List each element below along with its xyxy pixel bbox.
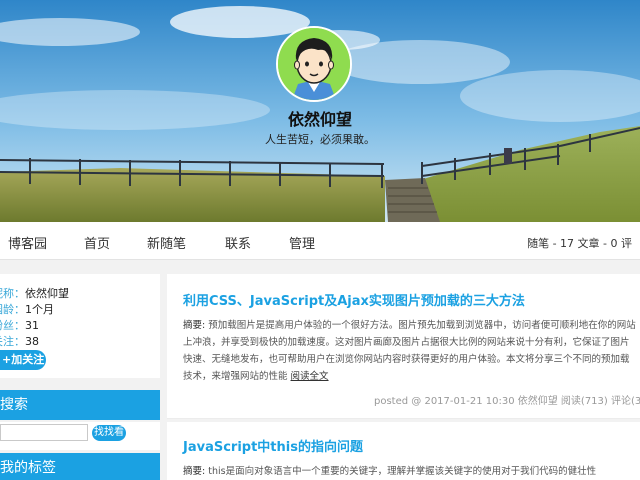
- nav-item-admin[interactable]: 管理: [289, 233, 315, 252]
- post-divider: [167, 418, 640, 419]
- post-card: 利用CSS、JavaScript及Ajax实现图片预加载的三大方法 摘要: 预加…: [167, 274, 640, 418]
- profile-follows[interactable]: 38: [25, 335, 39, 348]
- profile-fans[interactable]: 31: [25, 319, 39, 332]
- profile-nickname-key: 昵称：: [0, 287, 25, 300]
- blog-title[interactable]: 依然仰望: [0, 106, 640, 130]
- profile-age[interactable]: 1个月: [25, 303, 54, 316]
- nav-item-contact[interactable]: 联系: [225, 233, 251, 252]
- top-navigation: 博客园 首页 新随笔 联系 管理 随笔 - 17 文章 - 0 评: [0, 222, 640, 260]
- profile-nickname[interactable]: 依然仰望: [25, 287, 69, 300]
- header-banner: 依然仰望 人生苦短，必须果敢。: [0, 0, 640, 222]
- cartoon-avatar-icon: [278, 28, 350, 100]
- search-input[interactable]: [0, 424, 88, 441]
- avatar[interactable]: [276, 26, 352, 102]
- search-button[interactable]: 找找看: [92, 425, 126, 441]
- post-abstract: 摘要: this是面向对象语言中一个重要的关键字，理解并掌握该关键字的使用对于我…: [183, 463, 638, 480]
- nav-item-new-post[interactable]: 新随笔: [147, 233, 186, 252]
- profile-age-key: 园龄：: [0, 303, 25, 316]
- profile-follows-key: 关注：: [0, 335, 25, 348]
- tags-widget-title: 我的标签: [0, 453, 160, 480]
- profile-age-row: 园龄：1个月: [0, 301, 54, 317]
- abstract-text: 预加载图片是提高用户体验的一个很好方法。图片预先加载到浏览器中，访问者便可顺利地…: [183, 320, 636, 382]
- post-meta: posted @ 2017-01-21 10:30 依然仰望 阅读(713) 评…: [374, 396, 640, 407]
- post-title[interactable]: 利用CSS、JavaScript及Ajax实现图片预加载的三大方法: [183, 290, 525, 309]
- nav-item-home[interactable]: 首页: [84, 233, 110, 252]
- read-more-link[interactable]: 阅读全文: [291, 371, 329, 382]
- blog-stats: 随笔 - 17 文章 - 0 评: [527, 237, 632, 250]
- follow-button[interactable]: +加关注: [0, 350, 46, 370]
- abstract-label: 摘要:: [183, 466, 209, 477]
- post-title[interactable]: JavaScript中this的指向问题: [183, 436, 363, 455]
- post-card: JavaScript中this的指向问题 摘要: this是面向对象语言中一个重…: [167, 422, 640, 480]
- blog-subtitle: 人生苦短，必须果敢。: [265, 133, 375, 146]
- search-widget-title: 搜索: [0, 390, 160, 420]
- post-abstract: 摘要: 预加载图片是提高用户体验的一个很好方法。图片预先加载到浏览器中，访问者便…: [183, 317, 638, 385]
- nav-item-cnblogs[interactable]: 博客园: [8, 233, 47, 252]
- abstract-label: 摘要:: [183, 320, 209, 331]
- profile-fans-key: 粉丝：: [0, 319, 25, 332]
- profile-fans-row: 粉丝：31: [0, 317, 39, 333]
- abstract-text: this是面向对象语言中一个重要的关键字，理解并掌握该关键字的使用对于我们代码的…: [208, 466, 597, 477]
- profile-nickname-row: 昵称：依然仰望: [0, 285, 69, 301]
- profile-follows-row: 关注：38: [0, 333, 39, 349]
